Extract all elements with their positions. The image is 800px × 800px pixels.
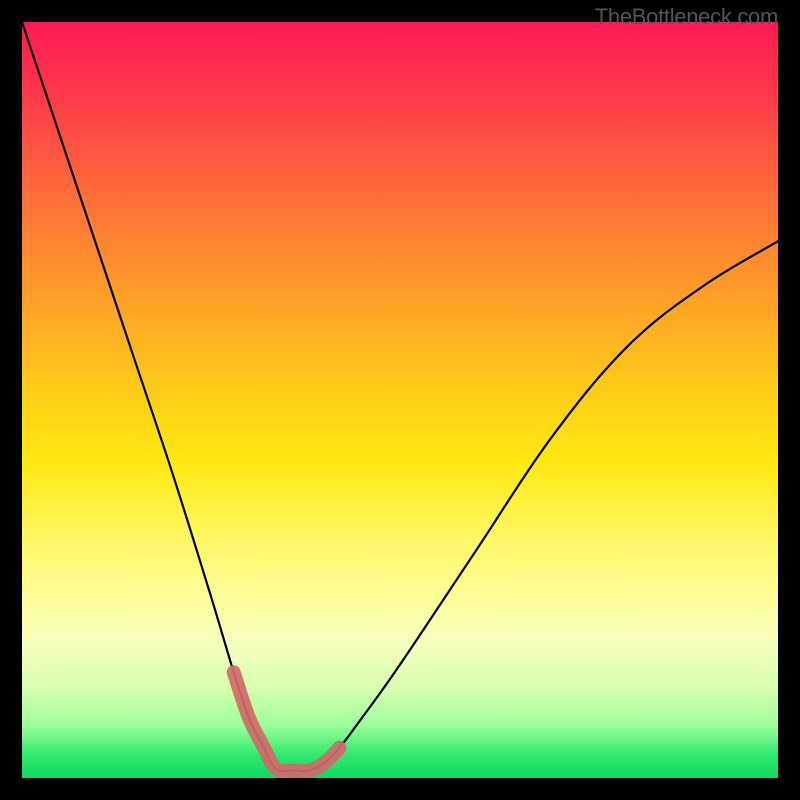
attribution-label: TheBottleneck.com [595,4,778,30]
plot-area [22,22,778,778]
curve-svg [22,22,778,778]
chart-container: TheBottleneck.com [0,0,800,800]
bottleneck-curve [22,22,778,771]
highlight-valley [234,672,340,771]
